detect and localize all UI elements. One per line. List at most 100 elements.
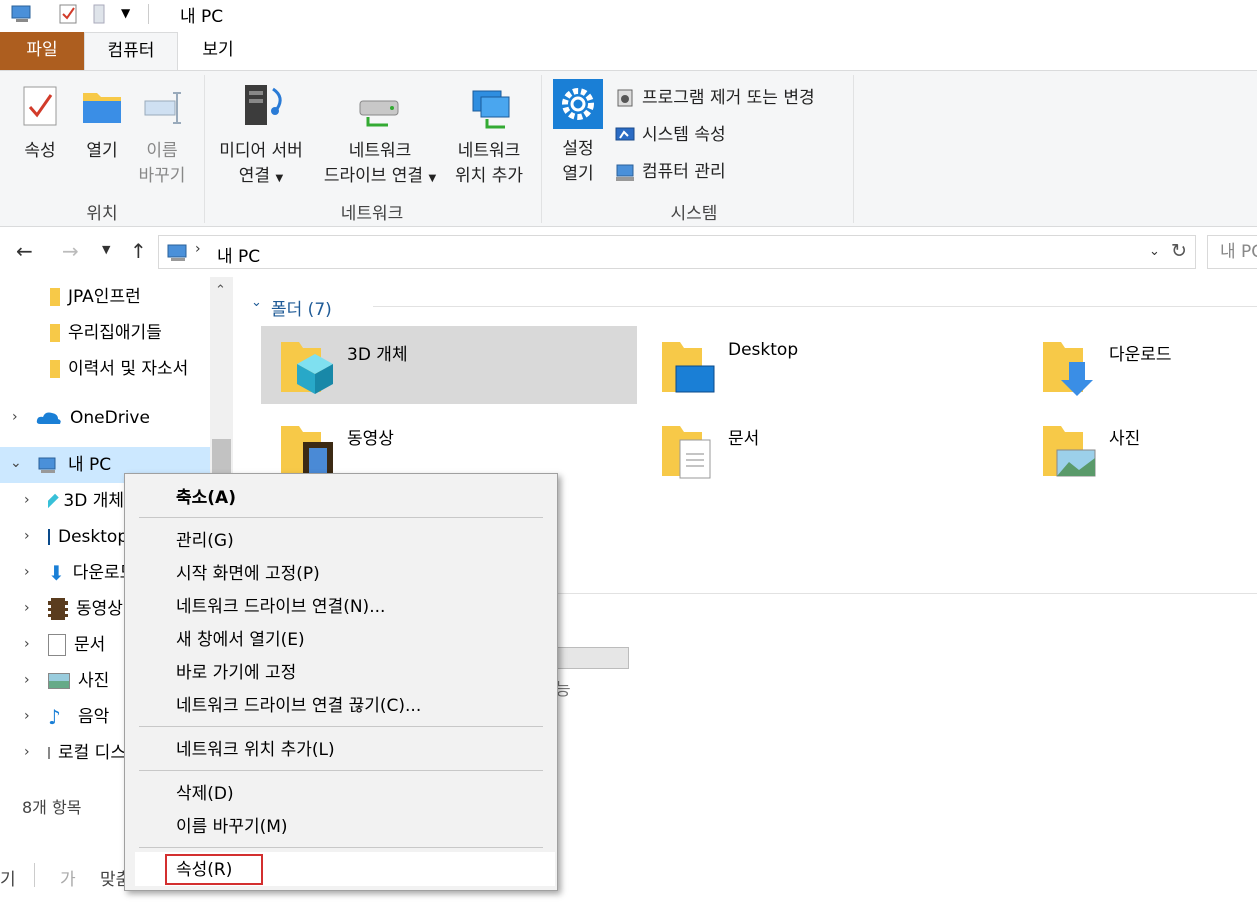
status-item-count: 8개 항목 (22, 798, 82, 817)
menu-item-rename[interactable]: 이름 바꾸기(M) (176, 814, 288, 840)
title-bar: ▼ 내 PC (0, 0, 1257, 32)
expand-chevron-icon[interactable]: › (24, 672, 30, 688)
onedrive-cloud-icon (36, 412, 61, 424)
menu-item-collapse[interactable]: 축소(A) (176, 485, 236, 511)
folder-item-pictures[interactable]: 사진 (1023, 410, 1257, 488)
tree-item-quick-2[interactable]: 이력서 및 자소서 (50, 351, 210, 387)
folder-item-documents[interactable]: 문서 (642, 410, 1018, 488)
expand-chevron-icon[interactable]: › (24, 564, 30, 580)
computer-management-icon (616, 164, 634, 181)
menu-separator (139, 847, 543, 848)
menu-item-add-network-location[interactable]: 네트워크 위치 추가(L) (176, 737, 335, 763)
tree-item-local-disk[interactable]: 로컬 디스크 (48, 735, 124, 771)
menu-item-pin-start[interactable]: 시작 화면에 고정(P) (176, 561, 320, 587)
program-uninstall-icon (617, 89, 633, 107)
folder-item-desktop[interactable]: Desktop (642, 326, 1018, 404)
properties-button[interactable]: 속성 (14, 83, 66, 164)
ribbon-separator (853, 75, 854, 223)
expand-chevron-icon[interactable]: › (24, 600, 30, 616)
rename-button[interactable]: 이름 바꾸기 (134, 83, 190, 189)
tab-file[interactable]: 파일 (0, 32, 84, 70)
network-drive-icon (359, 100, 399, 127)
up-arrow-icon[interactable]: ↑ (130, 239, 147, 263)
menu-item-manage[interactable]: 관리(G) (176, 528, 234, 554)
dropdown-arrow-icon: ▼ (275, 173, 284, 184)
fit-icon[interactable]: 가 (60, 865, 76, 890)
uninstall-program-button[interactable]: 프로그램 제거 또는 변경 (614, 81, 815, 115)
folder-item-3d-objects[interactable]: 3D 개체 (261, 326, 637, 404)
rename-icon (144, 92, 181, 124)
tab-view[interactable]: 보기 (178, 32, 258, 70)
menu-item-properties[interactable]: 속성(R) (176, 857, 232, 883)
tree-item-quick-0[interactable]: JPA인프런 (50, 279, 141, 315)
context-menu: 축소(A) 관리(G) 시작 화면에 고정(P) 네트워크 드라이브 연결(N)… (124, 473, 558, 891)
bottom-divider (34, 863, 35, 887)
qat-dropdown-icon[interactable]: ▼ (121, 6, 130, 20)
tree-item-desktop[interactable]: Desktop (48, 519, 124, 555)
search-box[interactable]: 내 PC (1207, 235, 1257, 269)
collapse-chevron-icon[interactable]: ⌄ (10, 455, 22, 471)
menu-item-map-drive[interactable]: 네트워크 드라이브 연결(N)... (176, 594, 385, 620)
forward-arrow-icon[interactable]: → (62, 239, 79, 263)
group-header-folders[interactable]: 폴더 (7) (271, 295, 332, 320)
tree-item-quick-1[interactable]: 우리집애기들 (50, 315, 162, 351)
expand-chevron-icon[interactable]: › (24, 744, 30, 760)
folder-item-downloads[interactable]: 다운로드 (1023, 326, 1257, 404)
tree-item-this-pc[interactable]: 내 PC (36, 447, 111, 483)
refresh-icon[interactable]: ↻ (1171, 240, 1187, 262)
breadcrumb-this-pc[interactable]: 내 PC (217, 242, 260, 267)
expand-chevron-icon[interactable]: › (24, 492, 30, 508)
open-settings-button[interactable]: 설정 열기 (552, 79, 604, 187)
tree-item-videos[interactable]: 동영상 (48, 591, 124, 627)
scroll-up-icon[interactable]: ⌃ (215, 283, 226, 298)
picture-icon (48, 673, 70, 689)
tree-item-3d-objects[interactable]: 3D 개체 (48, 483, 124, 519)
menu-item-open-new-window[interactable]: 새 창에서 열기(E) (176, 627, 305, 653)
folder-icon (50, 360, 60, 378)
system-properties-button[interactable]: 시스템 속성 (614, 118, 726, 152)
this-pc-icon (167, 244, 187, 261)
menu-item-disconnect-drive[interactable]: 네트워크 드라이브 연결 끊기(C)... (176, 693, 421, 719)
back-arrow-icon[interactable]: ← (16, 239, 33, 263)
tab-computer[interactable]: 컴퓨터 (84, 32, 178, 70)
properties-icon (23, 86, 57, 126)
properties-check-icon[interactable] (58, 3, 78, 25)
folder-icon (50, 288, 60, 306)
computer-management-button[interactable]: 컴퓨터 관리 (614, 155, 726, 189)
new-folder-icon[interactable] (92, 3, 108, 25)
folder-pictures-icon (1043, 426, 1096, 477)
3d-cube-icon (48, 493, 59, 509)
address-dropdown-icon[interactable]: ⌄ (1149, 244, 1160, 259)
expand-chevron-icon[interactable]: › (24, 708, 30, 724)
recent-locations-icon[interactable]: ▼ (102, 243, 110, 256)
tree-item-downloads[interactable]: ⬇다운로드 (48, 555, 124, 591)
tree-item-documents[interactable]: 문서 (48, 627, 124, 663)
map-network-drive-button[interactable]: 네트워크 드라이브 연결 ▼ (316, 83, 444, 191)
network-location-icon (472, 90, 510, 129)
menu-separator (139, 726, 543, 727)
folder-downloads-icon (1043, 342, 1093, 396)
dropdown-arrow-icon: ▼ (428, 173, 437, 184)
menu-item-delete[interactable]: 삭제(D) (176, 781, 234, 807)
bottom-left-text: 기 (0, 870, 16, 890)
add-network-location-button[interactable]: 네트워크 위치 추가 (448, 83, 530, 189)
tree-item-onedrive[interactable]: OneDrive (36, 400, 150, 436)
expand-chevron-icon[interactable]: › (12, 409, 18, 425)
group-collapse-icon[interactable]: ⌄ (251, 295, 262, 310)
expand-chevron-icon[interactable]: › (24, 528, 30, 544)
ribbon: 속성 열기 이름 바꾸기 위치 미디어 서버 연결 ▼ 네트워크 드라이브 연결… (0, 70, 1257, 227)
document-icon (48, 634, 66, 656)
tree-item-music[interactable]: ♪ 음악 (48, 699, 124, 735)
open-button[interactable]: 열기 (76, 83, 128, 164)
system-properties-icon (615, 127, 635, 141)
breadcrumb-separator-icon[interactable]: › (195, 241, 201, 257)
group-label-location: 위치 (86, 204, 118, 224)
computer-icon (11, 5, 31, 22)
menu-separator (139, 517, 543, 518)
address-bar[interactable]: › 내 PC ⌄ ↻ (158, 235, 1196, 269)
expand-chevron-icon[interactable]: › (24, 636, 30, 652)
tree-item-pictures[interactable]: 사진 (48, 663, 124, 699)
media-server-button[interactable]: 미디어 서버 연결 ▼ (212, 79, 310, 191)
folder-documents-icon (662, 426, 711, 479)
menu-item-pin-quick-access[interactable]: 바로 가기에 고정 (176, 660, 296, 686)
